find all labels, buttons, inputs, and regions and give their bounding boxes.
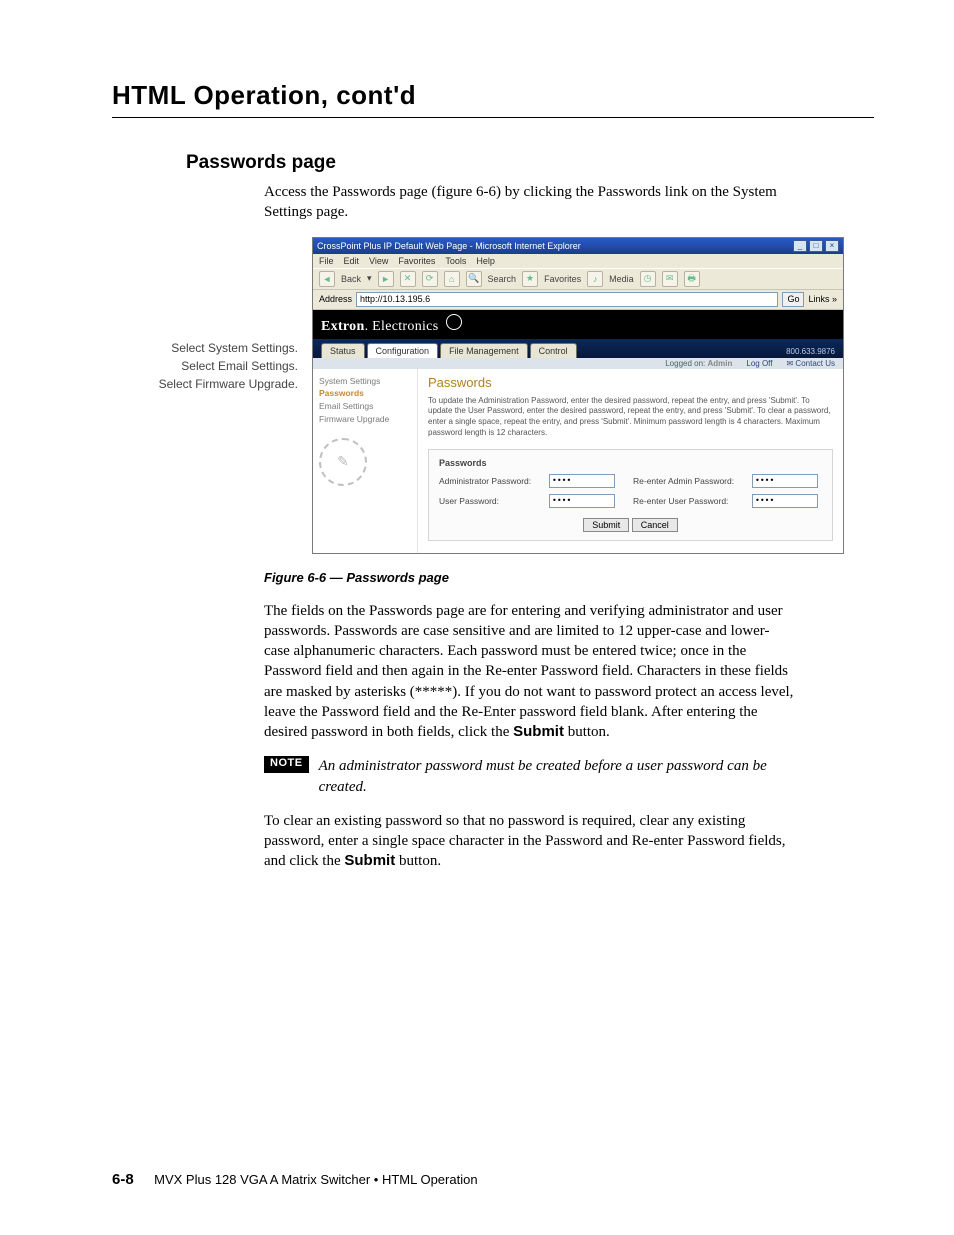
search-icon[interactable]: 🔍 [466, 271, 482, 287]
close-icon[interactable]: × [825, 240, 839, 252]
main-panel: Passwords To update the Administration P… [418, 369, 843, 553]
sidebar: System Settings Passwords Email Settings… [313, 369, 418, 553]
window-titlebar: CrossPoint Plus IP Default Web Page - Mi… [313, 238, 843, 254]
admin-password-field[interactable] [549, 474, 615, 488]
tab-control[interactable]: Control [530, 343, 577, 358]
sidebar-item-passwords[interactable]: Passwords [319, 387, 411, 400]
menu-favorites[interactable]: Favorites [398, 256, 435, 266]
logged-user: Admin [708, 359, 733, 368]
home-icon[interactable]: ⌂ [444, 271, 460, 287]
tab-configuration[interactable]: Configuration [367, 343, 439, 358]
stop-icon[interactable]: ✕ [400, 271, 416, 287]
submit-bold-1: Submit [513, 723, 564, 740]
footer-text: MVX Plus 128 VGA A Matrix Switcher • HTM… [154, 1172, 477, 1187]
go-button[interactable]: Go [782, 292, 804, 307]
back-button[interactable]: Back [341, 274, 361, 284]
footer: 6-8 MVX Plus 128 VGA A Matrix Switcher •… [112, 1171, 478, 1189]
chapter-title: HTML Operation, cont'd [112, 80, 874, 111]
callout-email-settings: Select Email Settings. [112, 357, 298, 375]
menu-help[interactable]: Help [476, 256, 495, 266]
brand-bar: Extron. Electronics [313, 310, 843, 339]
brand-name-a: Extron [321, 319, 365, 334]
admin-password-re-field[interactable] [752, 474, 818, 488]
menu-file[interactable]: File [319, 256, 334, 266]
submit-button[interactable]: Submit [583, 518, 629, 532]
phone-number: 800.633.9876 [786, 347, 835, 356]
contact-link[interactable]: Contact Us [795, 359, 835, 368]
user-password-field[interactable] [549, 494, 615, 508]
page-number: 6-8 [112, 1171, 134, 1188]
user-password-label: User Password: [439, 496, 535, 506]
browser-window: CrossPoint Plus IP Default Web Page - Mi… [312, 237, 844, 554]
note-text: An administrator password must be create… [319, 756, 794, 797]
menu-bar: File Edit View Favorites Tools Help [313, 254, 843, 268]
figure: Select System Settings. Select Email Set… [112, 237, 874, 554]
paragraph-2: To clear an existing password so that no… [264, 811, 794, 872]
cancel-button[interactable]: Cancel [632, 518, 678, 532]
back-icon[interactable]: ◄ [319, 271, 335, 287]
favorites-button[interactable]: Favorites [544, 274, 581, 284]
search-button[interactable]: Search [488, 274, 517, 284]
page-content: Extron. Electronics Status Configuration… [313, 310, 843, 553]
maximize-icon[interactable]: □ [809, 240, 823, 252]
address-label: Address [319, 294, 352, 304]
address-input[interactable] [356, 292, 778, 307]
user-password-re-field[interactable] [752, 494, 818, 508]
mail-icon[interactable]: ✉ [662, 271, 678, 287]
seal-icon: ✎ [319, 438, 367, 486]
figure-callouts: Select System Settings. Select Email Set… [112, 339, 298, 393]
favorites-icon[interactable]: ★ [522, 271, 538, 287]
address-bar: Address Go Links » [313, 290, 843, 310]
window-title: CrossPoint Plus IP Default Web Page - Mi… [317, 241, 581, 251]
admin-password-label: Administrator Password: [439, 476, 535, 486]
menu-view[interactable]: View [369, 256, 388, 266]
minimize-icon[interactable]: _ [793, 240, 807, 252]
sidebar-item-email-settings[interactable]: Email Settings [319, 400, 411, 413]
figure-caption: Figure 6-6 — Passwords page [264, 570, 874, 585]
logoff-link[interactable]: Log Off [746, 359, 772, 368]
divider [112, 117, 874, 118]
user-password-re-label: Re-enter User Password: [633, 496, 738, 506]
panel-title: Passwords [439, 458, 822, 468]
page-heading: Passwords [428, 375, 833, 390]
page-explanation: To update the Administration Password, e… [428, 396, 833, 439]
note: NOTE An administrator password must be c… [264, 756, 794, 797]
intro-paragraph: Access the Passwords page (figure 6-6) b… [264, 182, 794, 223]
toolbar: ◄ Back ▾ ► ✕ ⟳ ⌂ 🔍 Search ★ Favorites ♪ … [313, 268, 843, 290]
tab-status[interactable]: Status [321, 343, 365, 358]
print-icon[interactable]: 🖶 [684, 271, 700, 287]
brand-name-b: Electronics [372, 319, 438, 334]
menu-edit[interactable]: Edit [344, 256, 360, 266]
note-badge: NOTE [264, 756, 309, 773]
section-title: Passwords page [186, 152, 874, 174]
sidebar-item-firmware-upgrade[interactable]: Firmware Upgrade [319, 413, 411, 426]
globe-icon [446, 314, 462, 330]
callout-system-settings: Select System Settings. [112, 339, 298, 357]
sidebar-item-system-settings[interactable]: System Settings [319, 375, 411, 388]
paragraph-1: The fields on the Passwords page are for… [264, 601, 794, 743]
logged-on-label: Logged on: [665, 359, 705, 368]
passwords-panel: Passwords Administrator Password: Re-ent… [428, 449, 833, 541]
sub-bar: Logged on: Admin Log Off ✉ Contact Us [313, 358, 843, 369]
refresh-icon[interactable]: ⟳ [422, 271, 438, 287]
links-label[interactable]: Links » [808, 294, 837, 304]
forward-icon[interactable]: ► [378, 271, 394, 287]
tabs-row: Status Configuration File Management Con… [313, 339, 843, 358]
media-icon[interactable]: ♪ [587, 271, 603, 287]
tab-file-management[interactable]: File Management [440, 343, 528, 358]
media-button[interactable]: Media [609, 274, 634, 284]
submit-bold-2: Submit [344, 852, 395, 869]
history-icon[interactable]: ◷ [640, 271, 656, 287]
callout-firmware-upgrade: Select Firmware Upgrade. [112, 375, 298, 393]
admin-password-re-label: Re-enter Admin Password: [633, 476, 738, 486]
menu-tools[interactable]: Tools [445, 256, 466, 266]
